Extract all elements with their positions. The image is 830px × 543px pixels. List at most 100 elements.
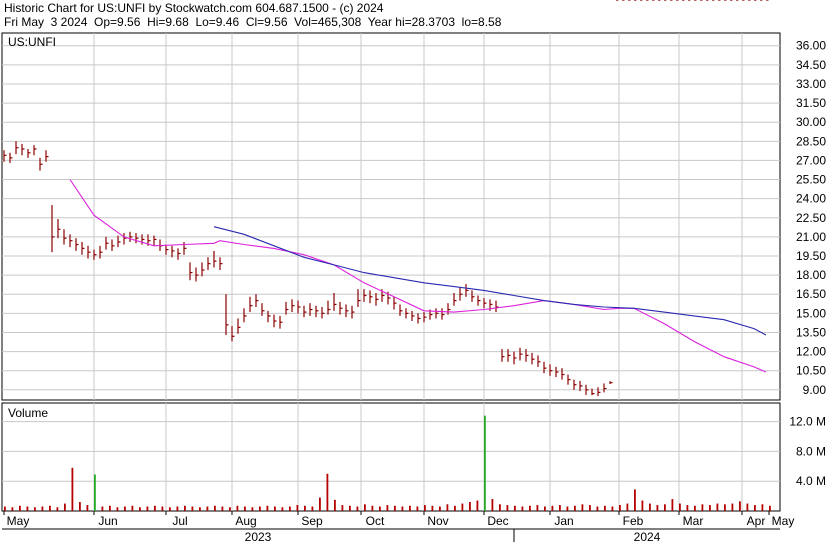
price-bar xyxy=(81,241,85,255)
price-bar xyxy=(9,152,13,163)
volume-bar xyxy=(221,506,224,511)
price-tick-label: 31.50 xyxy=(796,96,826,110)
price-bar xyxy=(69,234,73,248)
volume-bar xyxy=(94,474,96,511)
price-bar xyxy=(519,347,523,361)
price-bar xyxy=(549,364,553,376)
volume-bar xyxy=(244,506,246,511)
volume-bar xyxy=(4,506,6,511)
volume-bar xyxy=(401,506,404,511)
price-bar xyxy=(105,236,109,250)
volume-bar xyxy=(131,505,134,511)
price-bar xyxy=(33,145,37,156)
month-label: Apr xyxy=(747,514,766,528)
volume-bar xyxy=(589,505,591,511)
price-tick-label: 18.00 xyxy=(796,268,826,282)
volume-bar xyxy=(566,506,569,511)
volume-bar xyxy=(19,505,21,511)
volume-bar xyxy=(161,506,164,511)
volume-bar xyxy=(394,505,396,511)
chart-canvas: 36.00 34.50 33.00 31.50 30.00 28.50 27.00 25.50… xyxy=(1,0,827,543)
volume-bar xyxy=(484,415,486,511)
volume-bar xyxy=(64,503,66,511)
volume-bar xyxy=(709,505,711,511)
price-bar xyxy=(177,248,181,260)
price-bar xyxy=(291,299,295,313)
price-bar xyxy=(321,306,325,319)
price-bar xyxy=(597,387,601,397)
volume-bar xyxy=(86,505,89,511)
price-bar xyxy=(27,148,31,158)
volume-bar xyxy=(169,507,171,511)
moving-average-short-line xyxy=(69,179,767,373)
price-bar xyxy=(273,314,277,328)
volume-bar xyxy=(49,505,51,511)
price-tick-label: 21.00 xyxy=(796,230,826,244)
volume-bar xyxy=(679,503,681,511)
price-bar xyxy=(327,300,331,315)
volume-bar xyxy=(146,506,149,511)
volume-bar xyxy=(79,502,81,511)
month-label: Dec xyxy=(487,514,508,528)
price-bar xyxy=(315,305,319,318)
price-tick-label: 30.00 xyxy=(796,115,826,129)
price-bar xyxy=(363,289,367,302)
price-bar xyxy=(471,290,475,302)
price-tick-label: 19.50 xyxy=(796,249,826,263)
volume-bar xyxy=(326,473,329,511)
price-tick-label: 9.00 xyxy=(803,383,827,397)
volume-bar xyxy=(731,503,734,511)
price-bar xyxy=(99,245,103,259)
volume-bar xyxy=(379,506,381,511)
price-bar xyxy=(339,301,343,315)
price-bar xyxy=(501,349,505,362)
volume-bar xyxy=(701,504,704,511)
price-bar xyxy=(441,308,445,320)
volume-bar xyxy=(206,506,209,511)
price-bar xyxy=(483,298,487,309)
volume-bar xyxy=(229,507,231,511)
price-bar xyxy=(39,157,43,171)
volume-bar xyxy=(491,499,494,511)
month-label: Aug xyxy=(235,514,256,528)
price-bar xyxy=(435,308,439,319)
volume-bar xyxy=(41,506,44,511)
volume-bar xyxy=(139,507,141,511)
price-bar xyxy=(573,379,577,390)
volume-bar xyxy=(581,504,584,511)
moving-average-long-line xyxy=(213,226,767,336)
volume-bar xyxy=(656,505,659,511)
volume-bar xyxy=(101,506,104,511)
price-bar xyxy=(393,296,397,310)
volume-bar xyxy=(281,507,284,511)
volume-bar xyxy=(439,506,441,511)
price-tick-label: 24.00 xyxy=(796,192,826,206)
month-label: May xyxy=(772,514,795,528)
price-bar xyxy=(351,305,355,319)
price-bar xyxy=(555,366,559,378)
year-label: 2023 xyxy=(245,530,272,543)
price-bar xyxy=(531,352,535,365)
volume-bar xyxy=(259,506,261,511)
volume-bar xyxy=(761,504,764,511)
price-bar xyxy=(75,238,79,251)
price-bar xyxy=(111,239,115,251)
volume-bar xyxy=(641,500,644,511)
price-bar xyxy=(345,304,349,318)
price-bar xyxy=(453,292,457,306)
volume-bar xyxy=(124,506,126,511)
volume-bar xyxy=(739,501,741,511)
price-tick-label: 27.00 xyxy=(796,153,826,167)
month-label: May xyxy=(7,514,30,528)
price-bar xyxy=(21,143,25,156)
price-tick-label: 12.00 xyxy=(796,345,826,359)
volume-bar xyxy=(536,505,539,511)
volume-bar xyxy=(559,505,561,511)
price-bar xyxy=(243,308,247,323)
volume-bar xyxy=(529,505,531,511)
volume-bar xyxy=(604,505,606,511)
volume-bar xyxy=(746,503,749,511)
price-tick-label: 15.00 xyxy=(796,306,826,320)
month-label: Feb xyxy=(623,514,644,528)
price-bar xyxy=(207,257,211,271)
